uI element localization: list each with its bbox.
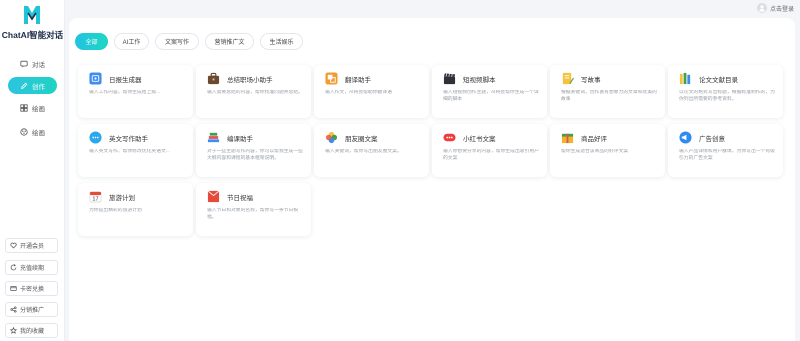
ad-icon [679, 131, 692, 144]
card-desc: 输入节日和对象的名称，帮你写一条节日祝福。 [207, 208, 299, 220]
card-title: 英文写作助手 [109, 136, 148, 143]
distribution-button[interactable]: 分销推广 [5, 302, 58, 317]
side-button-label: 我的收藏 [20, 329, 45, 335]
calendar-icon [89, 72, 102, 85]
heart-icon [10, 242, 17, 249]
nav-item-paint-2[interactable]: 绘画 [8, 123, 57, 140]
card-desc: 以论文的格式写出标题，根据标准制作的，为你列出所需要的参考资料。 [679, 90, 775, 102]
chat-bubble-icon [89, 131, 102, 144]
tool-card-holiday-greeting[interactable]: 节日祝福 输入节日和对象的名称，帮你写一条节日祝福。 [196, 183, 311, 236]
tool-card-travel-plan[interactable]: 17 旅游计划 为你提出精彩的旅游计划 [78, 183, 193, 236]
login-link[interactable]: 点击登录 [756, 3, 794, 13]
tool-card-product-review[interactable]: 商品好评 帮你生成适合该商品的好评文案 [550, 124, 665, 177]
nav-label: 创作 [32, 83, 45, 91]
card-desc: 输入英文写作，帮你修改优化英语文... [89, 149, 170, 154]
tool-card-english-writing[interactable]: 英文写作助手 输入英文写作，帮你修改优化英语文... [78, 124, 193, 177]
main-panel: 全部 AI工作 文案写作 营销推广文 生活娱乐 日报生成器 输入工作内容，帮你生… [69, 18, 795, 341]
pen-icon [562, 72, 574, 85]
clapper-icon [443, 73, 456, 85]
tool-card-story[interactable]: 写故事 根据关键词，创作富有想象力的文章和优美的故事 [550, 65, 665, 118]
tab-ai-work[interactable]: AI工作 [114, 33, 149, 50]
side-button-label: 卡密兑换 [20, 287, 45, 293]
side-button-label: 充值续期 [20, 266, 45, 272]
card-desc: 输入短视频创作主题，AI将会帮你生成一个详细的脚本 [443, 90, 539, 102]
card-desc: 输入你想要分享的内容，帮你生成出吸引用户的文案 [443, 149, 539, 161]
gift-icon [561, 133, 574, 144]
translate-icon [325, 72, 338, 85]
recharge-button[interactable]: 充值续期 [5, 260, 58, 275]
tool-card-summary[interactable]: 总结职场小助手 输入需要总结的内容，帮你找准问题并总结。 [196, 65, 311, 118]
tool-card-moments[interactable]: 朋友圈文案 输入关键词，帮你写出朋友圈文案。 [314, 124, 429, 177]
logo-icon [24, 6, 40, 24]
paint-icon [20, 103, 28, 112]
edit-icon [21, 82, 28, 89]
card-title: 旅游计划 [109, 195, 135, 202]
sidebar: ChatAI智能对话 对话 创作 绘画 绘画 开通会员 充值续期 卡密兑换 分销… [0, 0, 65, 341]
card-title: 编课助手 [227, 136, 253, 143]
card-desc: 输入需要总结的内容，帮你找准问题并总结。 [207, 90, 303, 95]
refresh-icon [10, 264, 17, 271]
greeting-icon [207, 190, 220, 203]
nav-label: 对话 [32, 61, 45, 69]
svg-text:17: 17 [92, 197, 98, 203]
tab-all[interactable]: 全部 [75, 33, 108, 50]
brand-name: ChatAI智能对话 [1, 30, 64, 40]
card-title: 小红书文案 [463, 136, 496, 143]
card-desc: 输入工作内容，帮你生成给上级... [89, 90, 161, 95]
redeem-button[interactable]: 卡密兑换 [5, 281, 58, 296]
card-desc: 帮你生成适合该商品的好评文案 [561, 149, 629, 154]
user-avatar-icon [756, 3, 767, 13]
card-title: 日报生成器 [109, 77, 142, 84]
vip-button[interactable]: 开通会员 [5, 238, 58, 253]
photos-icon [325, 131, 338, 144]
nav-item-create[interactable]: 创作 [8, 77, 57, 94]
tab-marketing[interactable]: 营销推广文 [205, 33, 254, 50]
nav-item-chat[interactable]: 对话 [8, 55, 57, 72]
card-desc: 输入关键词，帮你写出朋友圈文案。 [325, 149, 402, 154]
side-button-label: 分销推广 [20, 308, 45, 314]
tool-card-thesis[interactable]: 论文文献目录 以论文的格式写出标题，根据标准制作的，为你列出所需要的参考资料。 [668, 65, 783, 118]
card-desc: 对于一些主题写作内容，你可以帮我生成一些大纲内容和课程的基本框架说明。 [207, 149, 303, 161]
card-desc: 根据关键词，创作富有想象力的文章和优美的故事 [561, 90, 657, 102]
tab-lifestyle[interactable]: 生活娱乐 [260, 33, 303, 50]
star-icon [10, 327, 17, 334]
side-button-label: 开通会员 [20, 244, 45, 250]
login-label: 点击登录 [769, 6, 794, 13]
card-title: 朋友圈文案 [345, 136, 378, 143]
card-title: 商品好评 [581, 136, 607, 143]
chat-icon [20, 60, 28, 67]
nav-item-paint[interactable]: 绘画 [8, 99, 57, 116]
card-title: 论文文献目录 [699, 77, 738, 84]
tool-card-video-script[interactable]: 短视频脚本 输入短视频创作主题，AI将会帮你生成一个详细的脚本 [432, 65, 547, 118]
favorites-button[interactable]: 我的收藏 [5, 323, 58, 338]
card-desc: 输入产品详情和用户群体，为你写出一个有吸引力的广告文案 [679, 149, 775, 161]
tool-card-translate[interactable]: 翻译助手 输入作文，AI将会帮助你翻译语 [314, 65, 429, 118]
calendar-17-icon: 17 [89, 191, 102, 203]
book-stack-icon [207, 132, 220, 143]
share-icon [10, 306, 17, 313]
card-icon [10, 286, 17, 291]
card-desc: 为你提出精彩的旅游计划 [89, 208, 142, 213]
tool-card-ad-creative[interactable]: 广告创意 输入产品详情和用户群体，为你写出一个有吸引力的广告文案 [668, 124, 783, 177]
briefcase-icon [207, 72, 220, 85]
card-desc: 输入作文，AI将会帮助你翻译语 [325, 90, 392, 95]
books-icon [679, 72, 691, 85]
xhs-icon [443, 133, 456, 142]
card-title: 短视频脚本 [463, 77, 496, 84]
tab-copywriting[interactable]: 文案写作 [155, 33, 199, 50]
card-title: 节日祝福 [227, 195, 253, 202]
nav-label: 绘画 [32, 105, 45, 113]
tool-card-daily-report[interactable]: 日报生成器 输入工作内容，帮你生成给上级... [78, 65, 193, 118]
card-title: 翻译助手 [345, 77, 371, 84]
card-title: 写故事 [581, 77, 601, 84]
tool-card-xiaohongshu[interactable]: 小红书文案 输入你想要分享的内容，帮你生成出吸引用户的文案 [432, 124, 547, 177]
card-title: 总结职场小助手 [227, 77, 273, 84]
nav-label: 绘画 [32, 129, 45, 137]
card-title: 广告创意 [699, 136, 725, 143]
tool-card-lesson[interactable]: 编课助手 对于一些主题写作内容，你可以帮我生成一些大纲内容和课程的基本框架说明。 [196, 124, 311, 177]
palette-icon [20, 127, 28, 136]
